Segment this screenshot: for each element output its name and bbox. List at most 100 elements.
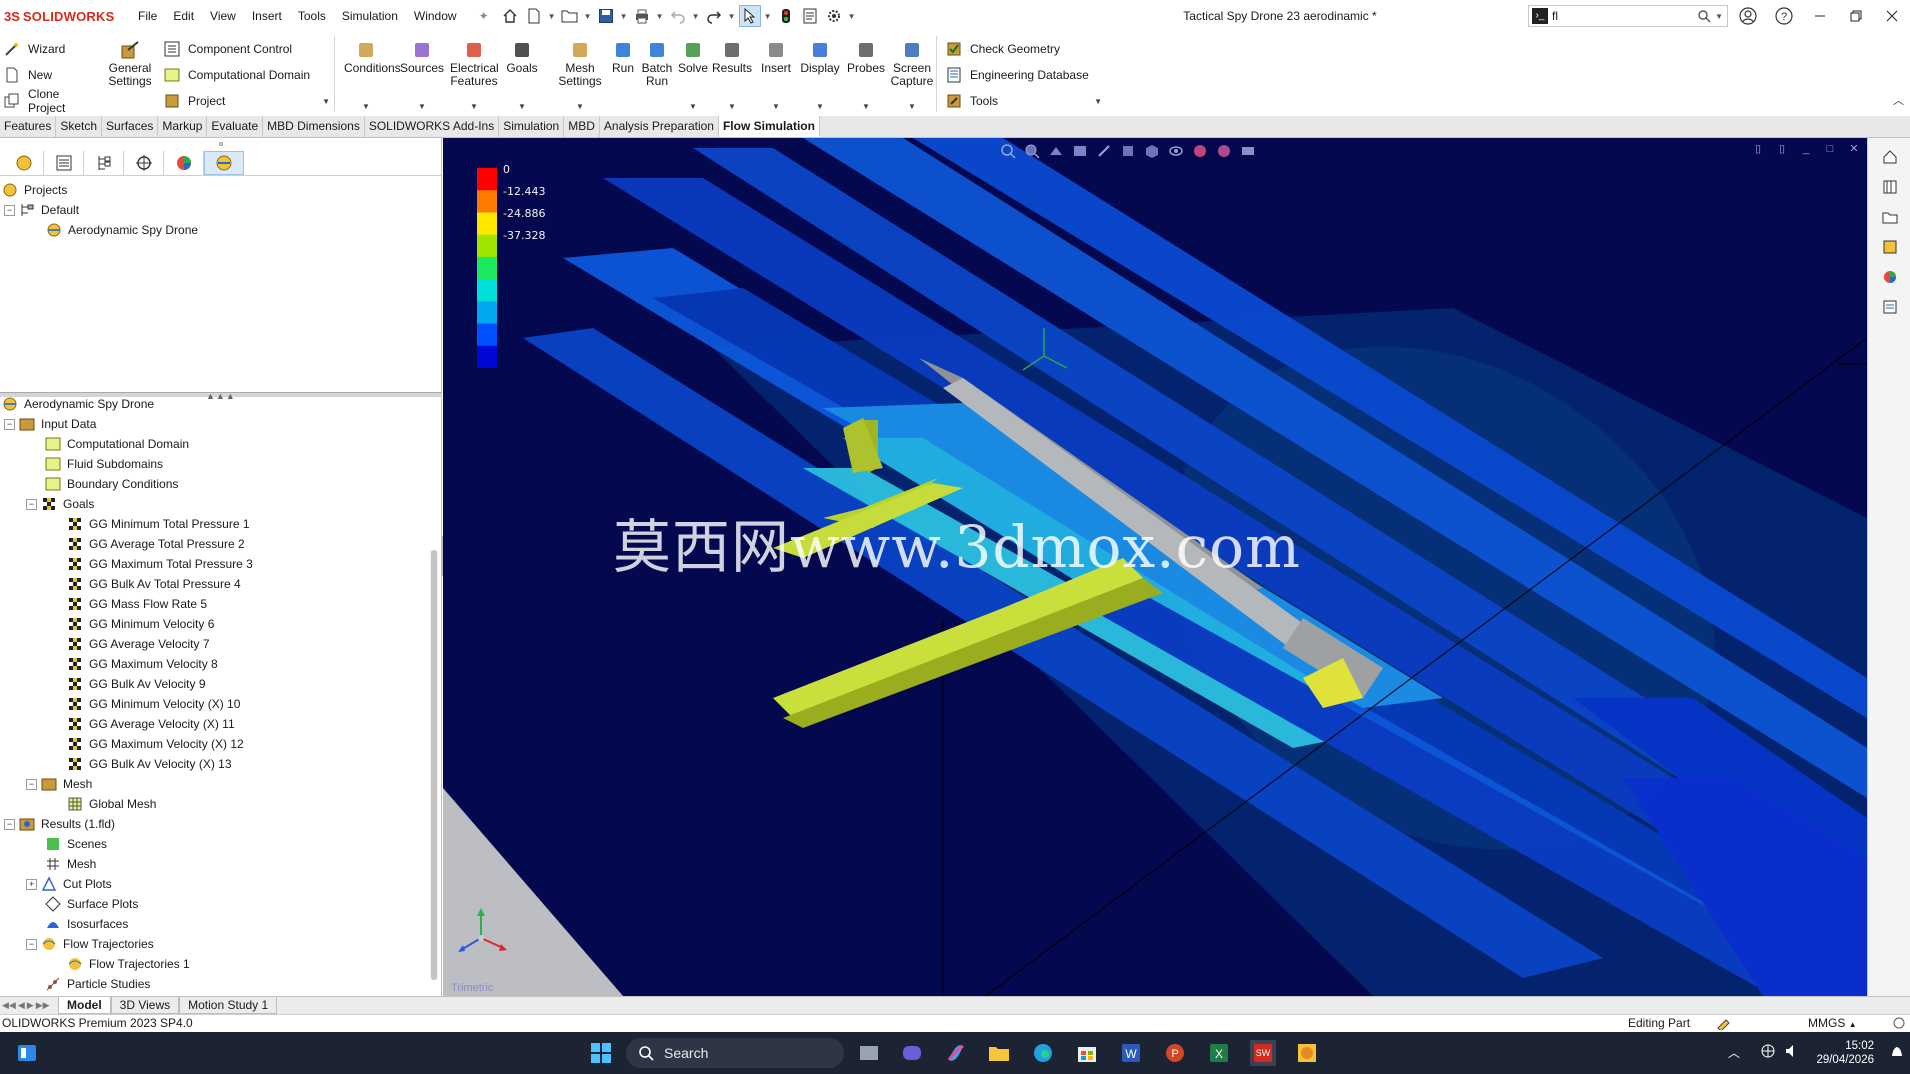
tree-node-goal[interactable]: GG Average Total Pressure 2 — [0, 534, 430, 554]
tree-scrollbar[interactable] — [430, 550, 438, 980]
collapse-ribbon-icon[interactable]: ︿ — [1893, 92, 1904, 108]
volume-icon[interactable] — [1784, 1043, 1800, 1062]
scrollbar-thumb[interactable] — [431, 550, 437, 980]
tab-sketch[interactable]: Sketch — [56, 116, 103, 137]
edge-browser-icon[interactable] — [1030, 1040, 1056, 1066]
teams-chat-icon[interactable] — [899, 1040, 925, 1066]
tab-solidworks-add-ins[interactable]: SOLIDWORKS Add-Ins — [365, 116, 500, 137]
configuration-manager-tab-icon[interactable] — [84, 150, 124, 175]
unit-system-selector[interactable]: MMGS ▲ — [1808, 1015, 1857, 1033]
solidworks-logo[interactable]: 3S SOLIDWORKS — [0, 9, 130, 24]
custom-properties-icon[interactable] — [1878, 296, 1902, 318]
powerpoint-icon[interactable]: P — [1162, 1040, 1188, 1066]
copilot-icon[interactable] — [943, 1040, 969, 1066]
tree-node-goal[interactable]: GG Maximum Velocity 8 — [0, 654, 430, 674]
next-tab-icon[interactable]: ▶ — [27, 1000, 34, 1011]
sources-button[interactable]: Sources ▼ — [400, 36, 444, 111]
network-icon[interactable] — [1760, 1043, 1776, 1062]
tree-node-goal[interactable]: GG Minimum Velocity 6 — [0, 614, 430, 634]
notification-bell-icon[interactable] — [1890, 1044, 1904, 1063]
goals-button[interactable]: Goals ▼ — [502, 36, 542, 111]
solve-button[interactable]: Solve ▼ — [676, 36, 710, 111]
property-manager-tab-icon[interactable] — [44, 150, 84, 175]
collapse-icon[interactable]: − — [4, 818, 15, 830]
undo-icon[interactable] — [667, 5, 689, 27]
tile-right-icon[interactable]: ▯ — [1775, 142, 1789, 156]
tree-node-computational-domain[interactable]: Computational Domain — [0, 434, 430, 454]
print-icon[interactable] — [631, 5, 653, 27]
tree-node-global-mesh[interactable]: Global Mesh — [0, 794, 430, 814]
select-cursor-icon[interactable] — [738, 5, 761, 27]
screen-capture-button[interactable]: Screen Capture ▼ — [890, 36, 934, 111]
tree-node-goals[interactable]: − Goals — [0, 494, 430, 514]
taskbar-search-box[interactable]: Search — [626, 1038, 844, 1068]
run-button[interactable]: Run — [606, 36, 640, 75]
new-document-icon[interactable] — [523, 5, 545, 27]
zoom-to-fit-icon[interactable] — [998, 142, 1018, 160]
engineering-database-button[interactable]: Engineering Database — [942, 62, 1102, 88]
tree-node-results[interactable]: − Results (1.fld) — [0, 814, 430, 834]
tab-flow-simulation[interactable]: Flow Simulation — [718, 116, 820, 137]
chevron-down-icon[interactable]: ▼ — [1715, 12, 1723, 21]
tree-node-goal[interactable]: GG Minimum Total Pressure 1 — [0, 514, 430, 534]
tree-node-goal[interactable]: GG Average Velocity (X) 11 — [0, 714, 430, 734]
options-gear-icon[interactable] — [823, 5, 845, 27]
new-project-button[interactable]: New — [0, 62, 96, 88]
home-icon[interactable] — [499, 5, 521, 27]
viewport-close-icon[interactable]: ✕ — [1847, 142, 1861, 156]
microsoft-store-icon[interactable] — [1074, 1040, 1100, 1066]
previous-view-icon[interactable] — [1046, 142, 1066, 160]
tree-node-default-config[interactable]: − Default — [0, 200, 441, 220]
tab-mbd[interactable]: MBD — [564, 116, 600, 137]
widgets-icon[interactable] — [14, 1040, 40, 1066]
help-icon[interactable]: ? — [1766, 0, 1802, 32]
tab-surfaces[interactable]: Surfaces — [102, 116, 159, 137]
chevron-down-icon[interactable]: ▼ — [890, 100, 934, 113]
tree-node-goal[interactable]: GG Minimum Velocity (X) 10 — [0, 694, 430, 714]
file-properties-icon[interactable] — [799, 5, 821, 27]
chevron-down-icon[interactable]: ▼ — [763, 12, 773, 21]
tree-node-goal[interactable]: GG Bulk Av Total Pressure 4 — [0, 574, 430, 594]
excel-icon[interactable]: X — [1206, 1040, 1232, 1066]
tree-node-project[interactable]: Aerodynamic Spy Drone — [0, 220, 441, 240]
first-tab-icon[interactable]: ◀◀ — [2, 1000, 16, 1011]
flow-simulation-tab-icon[interactable] — [204, 150, 244, 175]
project-dropdown[interactable]: Project ▼ — [160, 88, 330, 114]
pin-icon[interactable]: ✦ — [479, 9, 489, 23]
tree-node-particle-studies[interactable]: Particle Studies — [0, 974, 430, 994]
tree-node-goal[interactable]: GG Maximum Velocity (X) 12 — [0, 734, 430, 754]
clone-project-button[interactable]: Clone Project — [0, 87, 96, 115]
chevron-down-icon[interactable]: ▼ — [691, 12, 701, 21]
component-control-button[interactable]: Component Control — [160, 36, 330, 62]
menu-window[interactable]: Window — [406, 0, 465, 32]
batch-run-button[interactable]: Batch Run — [640, 36, 674, 88]
open-folder-icon[interactable] — [559, 5, 581, 27]
tab-simulation[interactable]: Simulation — [499, 116, 565, 137]
tools-dropdown[interactable]: Tools ▼ — [942, 88, 1102, 114]
collapse-icon[interactable]: − — [4, 418, 15, 430]
tree-node-goal[interactable]: GG Average Velocity 7 — [0, 634, 430, 654]
tree-node-input-data[interactable]: − Input Data — [0, 414, 430, 434]
menu-insert[interactable]: Insert — [244, 0, 290, 32]
collapse-icon[interactable]: − — [26, 778, 37, 790]
chevron-down-icon[interactable]: ▼ — [322, 97, 330, 106]
feature-manager-tab-icon[interactable] — [4, 150, 44, 175]
file-explorer-icon[interactable] — [986, 1040, 1012, 1066]
view-settings-icon[interactable] — [1238, 142, 1258, 160]
tree-node-flow-trajectories[interactable]: − Flow Trajectories — [0, 934, 430, 954]
tab-markup[interactable]: Markup — [158, 116, 208, 137]
design-library-icon[interactable] — [1878, 176, 1902, 198]
insert-button[interactable]: Insert ▼ — [758, 36, 794, 111]
user-account-icon[interactable] — [1730, 0, 1766, 32]
tree-node-scenes[interactable]: Scenes — [0, 834, 430, 854]
tile-left-icon[interactable]: ▯ — [1751, 142, 1765, 156]
tab-features[interactable]: Features — [0, 116, 57, 137]
command-search-box[interactable]: ›_ fl ▼ — [1528, 5, 1728, 27]
chevron-down-icon[interactable]: ▼ — [655, 12, 665, 21]
bottom-tab-3d-views[interactable]: 3D Views — [110, 997, 180, 1014]
tab-evaluate[interactable]: Evaluate — [207, 116, 264, 137]
viewport-maximize-icon[interactable]: □ — [1823, 142, 1837, 156]
collapse-icon[interactable]: − — [4, 204, 15, 216]
menu-tools[interactable]: Tools — [290, 0, 334, 32]
prev-tab-icon[interactable]: ◀ — [18, 1000, 25, 1011]
